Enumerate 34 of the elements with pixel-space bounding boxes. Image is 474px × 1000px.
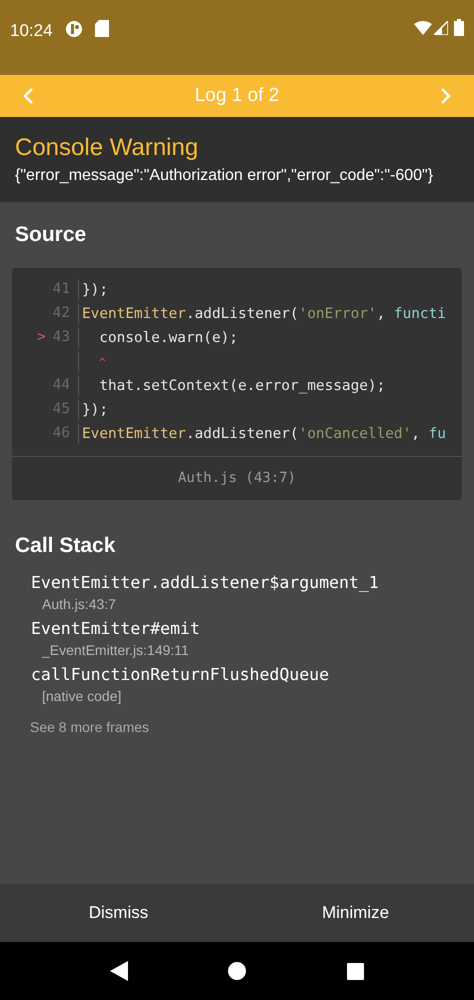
frame-location: _EventEmitter.js:149:11 <box>42 641 189 659</box>
log-counter: Log 1 of 2 <box>194 84 280 108</box>
frame-function[interactable]: EventEmitter.addListener$argument_1 <box>31 571 379 595</box>
back-icon[interactable] <box>110 961 128 981</box>
section-title: Call Stack <box>14 532 116 558</box>
code-line: EventEmitter.addListener('onCancelled', fu <box>82 426 446 442</box>
chevron-left-icon <box>22 87 34 105</box>
error-caret: ^ <box>98 356 106 368</box>
home-icon[interactable] <box>228 962 246 980</box>
current-line-marker: > <box>37 328 46 347</box>
signal-icon <box>434 21 448 35</box>
status-time: 10:24 <box>10 20 53 42</box>
code-line: }); <box>82 282 108 298</box>
frame-location: Auth.js:43:7 <box>42 595 116 613</box>
sd-card-icon <box>94 20 109 37</box>
code-line: that.setContext(e.error_message); <box>98 378 386 394</box>
dismiss-button[interactable]: Dismiss <box>0 884 237 942</box>
app-notification-icon <box>64 20 83 38</box>
wifi-icon <box>414 21 432 35</box>
code-line: console.warn(e); <box>98 330 238 346</box>
code-line: EventEmitter.addListener('onError', functi <box>82 306 446 322</box>
code-line: }); <box>82 402 108 418</box>
frame-function[interactable]: EventEmitter#emit <box>31 617 200 641</box>
frame-location: [native code] <box>42 687 122 705</box>
battery-icon <box>454 19 464 36</box>
more-frames-link[interactable]: See 8 more frames <box>30 717 150 738</box>
section-title: Source <box>14 222 88 248</box>
frame-function[interactable]: callFunctionReturnFlushedQueue <box>31 663 330 687</box>
chevron-right-icon <box>440 87 452 105</box>
warning-title: Console Warning <box>15 133 200 163</box>
warning-message: {"error_message":"Authorization error","error_code":"-600"} <box>15 166 434 186</box>
file-location: Auth.js (43:7) <box>178 468 296 488</box>
minimize-button[interactable]: Minimize <box>237 884 474 942</box>
recents-icon[interactable] <box>346 962 364 980</box>
